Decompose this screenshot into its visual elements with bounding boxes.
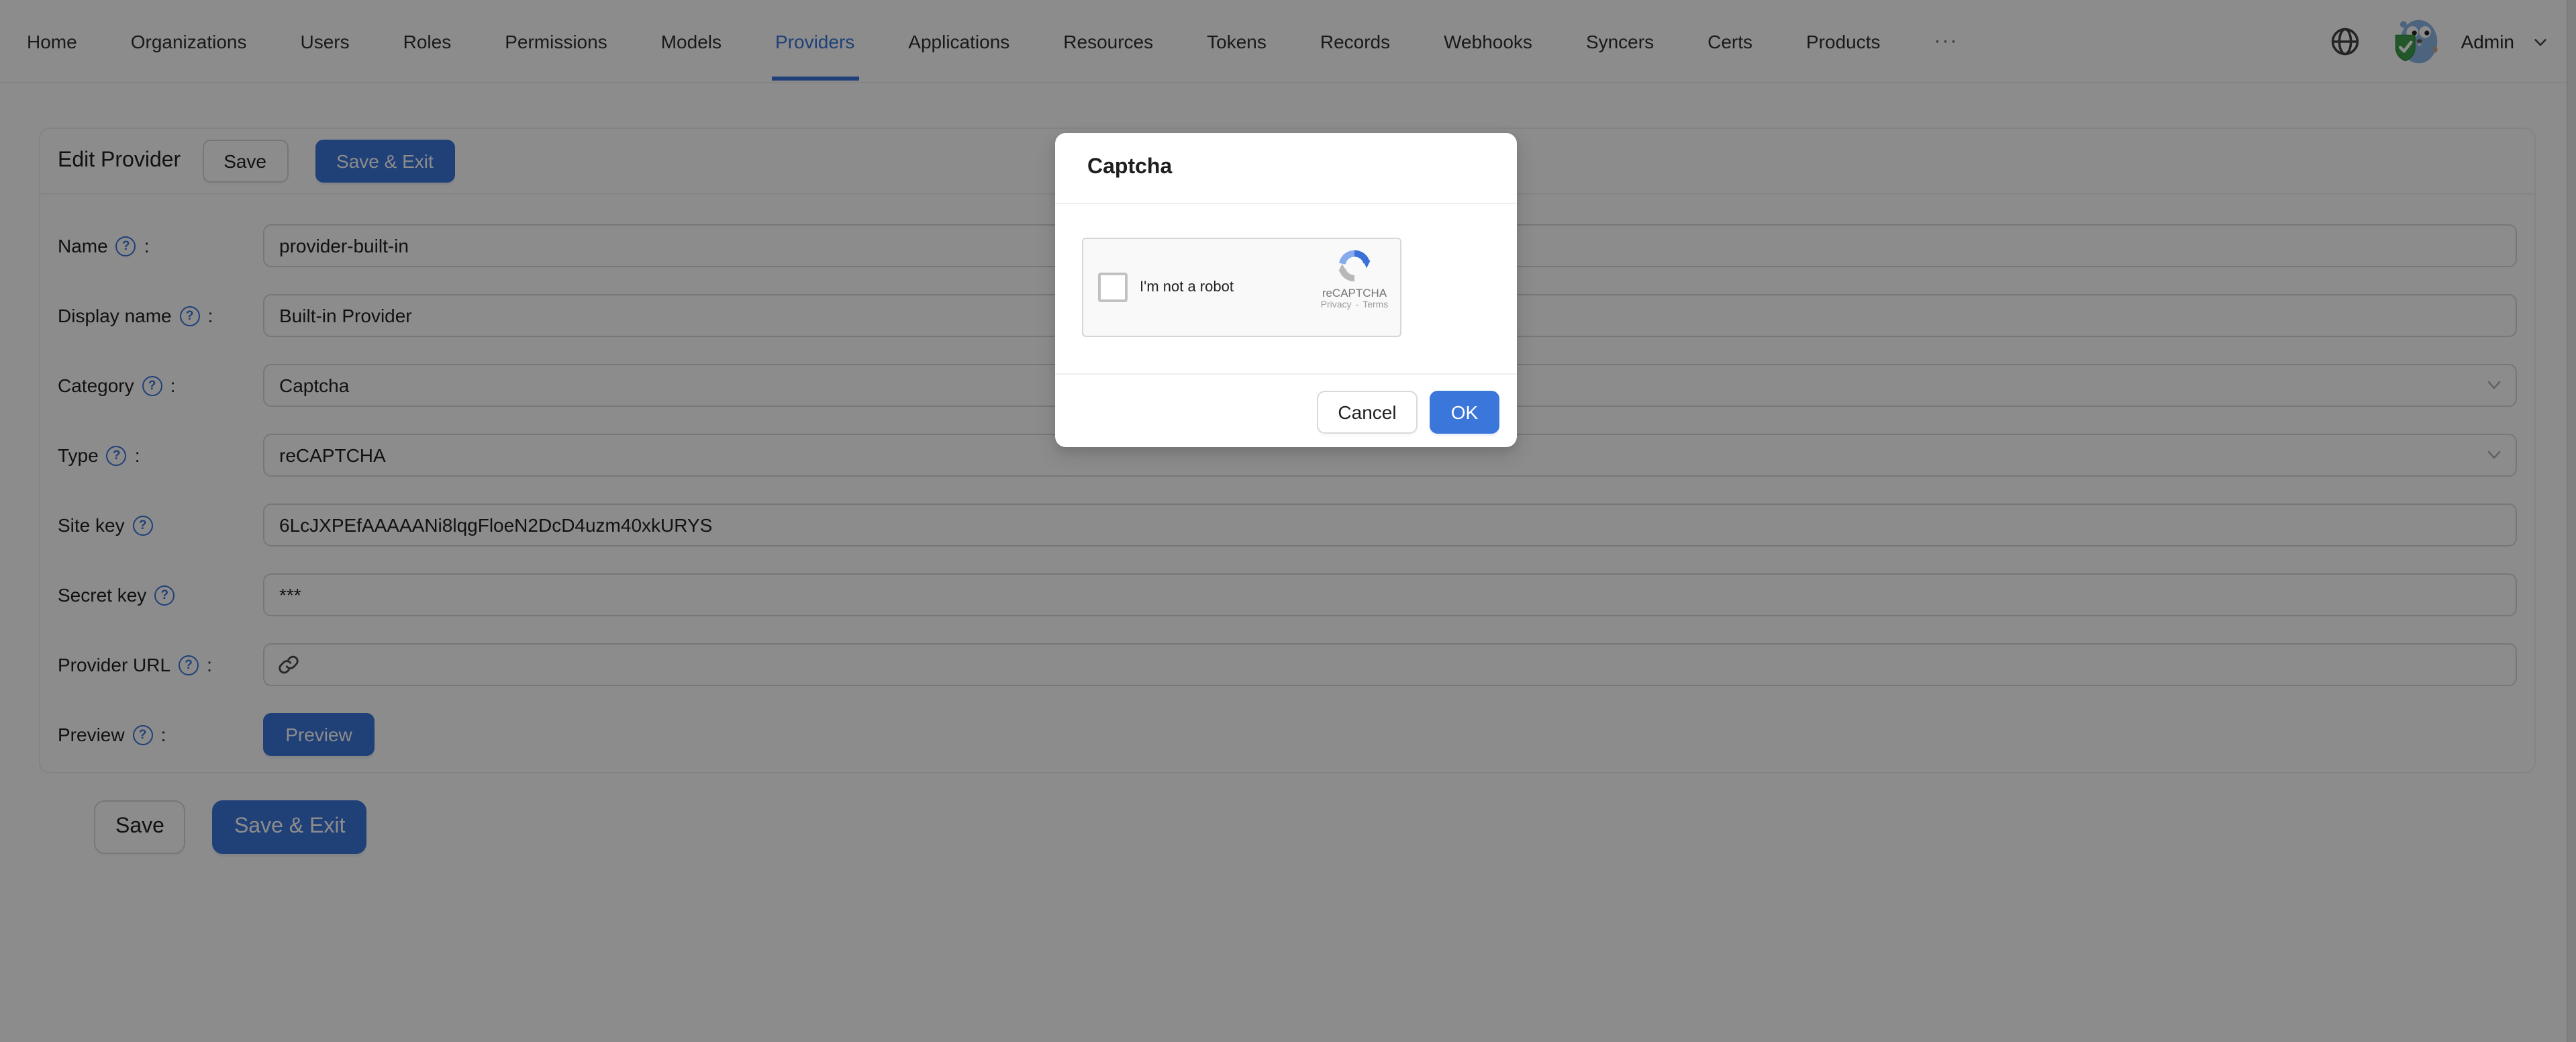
ok-button[interactable]: OK	[1430, 391, 1499, 434]
recaptcha-brand-block: reCAPTCHA Privacy - Terms	[1313, 248, 1396, 310]
recaptcha-terms-link[interactable]: Terms	[1363, 301, 1388, 310]
recaptcha-checkbox-label: I'm not a robot	[1140, 239, 1234, 336]
recaptcha-brand-text: reCAPTCHA	[1322, 286, 1387, 299]
captcha-modal-title: Captcha	[1087, 156, 1172, 180]
captcha-modal: Captcha I'm not a robot reCAPTCHA Privac…	[1055, 133, 1517, 447]
recaptcha-widget: I'm not a robot reCAPTCHA Privacy - Term…	[1082, 238, 1401, 337]
captcha-modal-footer: Cancel OK	[1055, 373, 1517, 447]
recaptcha-logo-icon	[1337, 248, 1372, 283]
casdoor-app: Home Organizations Users Roles Permissio…	[0, 0, 2576, 1042]
recaptcha-privacy-link[interactable]: Privacy	[1321, 301, 1352, 310]
captcha-modal-header: Captcha	[1055, 133, 1517, 204]
cancel-button[interactable]: Cancel	[1317, 391, 1418, 434]
recaptcha-privacy-terms: Privacy - Terms	[1321, 301, 1389, 310]
recaptcha-checkbox[interactable]	[1098, 273, 1128, 302]
recaptcha-privacy-separator: -	[1356, 301, 1359, 310]
